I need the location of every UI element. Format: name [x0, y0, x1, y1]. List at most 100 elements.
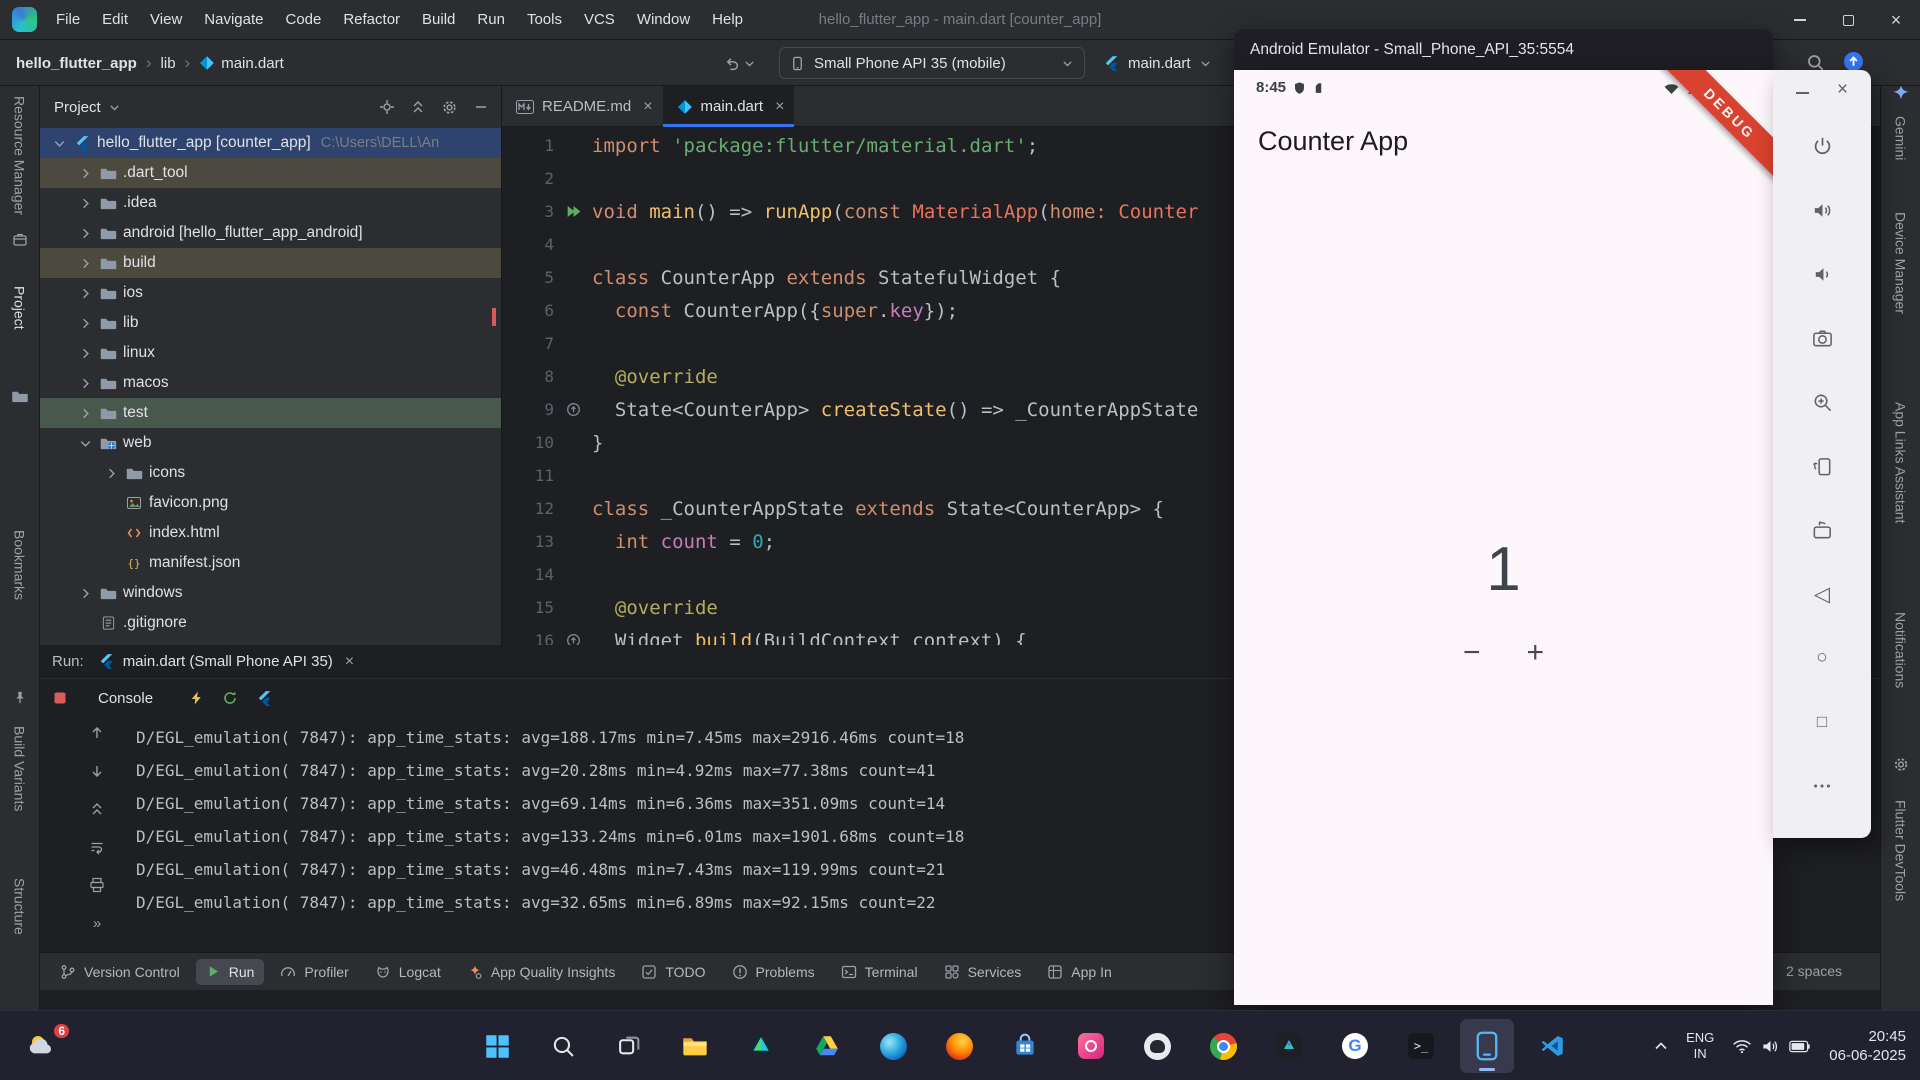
- menu-navigate[interactable]: Navigate: [193, 0, 274, 40]
- emulator-title-bar[interactable]: Android Emulator - Small_Phone_API_35:55…: [1234, 29, 1773, 70]
- taskbar-terminal[interactable]: >_: [1394, 1019, 1448, 1073]
- tree-item-ios[interactable]: ios: [40, 278, 501, 308]
- tree-item-web[interactable]: web: [40, 428, 501, 458]
- undo-button[interactable]: [724, 48, 756, 78]
- toolwindow-run[interactable]: Run: [195, 958, 265, 985]
- breadcrumb-hello-flutter-app[interactable]: hello_flutter_app: [16, 55, 137, 72]
- tray-overflow-button[interactable]: [1654, 1041, 1668, 1051]
- clock[interactable]: 20:45 06-06-2025: [1829, 1027, 1906, 1065]
- tree-item-favicon-png[interactable]: favicon.png: [40, 488, 501, 518]
- menu-refactor[interactable]: Refactor: [332, 0, 411, 40]
- collapse-all-icon[interactable]: [410, 99, 426, 115]
- tray-icons[interactable]: [1732, 1038, 1811, 1055]
- taskbar-firefox[interactable]: [932, 1019, 986, 1073]
- tree-item-lib[interactable]: lib: [40, 308, 501, 338]
- rotate-right-button[interactable]: [1802, 510, 1842, 550]
- hot-restart-icon[interactable]: [222, 690, 238, 706]
- menu-code[interactable]: Code: [274, 0, 332, 40]
- increment-button[interactable]: +: [1527, 636, 1545, 670]
- taskbar-task-view[interactable]: [602, 1019, 656, 1073]
- power-button[interactable]: [1802, 126, 1842, 166]
- camera-button[interactable]: [1802, 318, 1842, 358]
- run-config-selector[interactable]: main.dart: [1103, 47, 1212, 79]
- tree-item-manifest-json[interactable]: {} manifest.json: [40, 548, 501, 578]
- tree-item-build[interactable]: build: [40, 248, 501, 278]
- menu-file[interactable]: File: [45, 0, 91, 40]
- toolwindow-app-quality-insights[interactable]: App Quality Insights: [457, 959, 626, 985]
- close-icon[interactable]: ×: [345, 653, 354, 671]
- toolwindow-problems[interactable]: Problems: [722, 959, 825, 985]
- taskbar-android-studio[interactable]: [734, 1019, 788, 1073]
- decrement-button[interactable]: −: [1463, 636, 1481, 670]
- tree-item-dart-tool[interactable]: .dart_tool: [40, 158, 501, 188]
- tree-item-icons[interactable]: icons: [40, 458, 501, 488]
- collapse-icon[interactable]: [89, 801, 105, 817]
- tree-item-idea[interactable]: .idea: [40, 188, 501, 218]
- more-button[interactable]: [1802, 766, 1842, 806]
- tree-item-android-hello-flutter-app-android[interactable]: android [hello_flutter_app_android]: [40, 218, 501, 248]
- stripe-build-variants[interactable]: Build Variants: [12, 726, 28, 811]
- tree-item-index-html[interactable]: index.html: [40, 518, 501, 548]
- taskbar-google-drive[interactable]: [800, 1019, 854, 1073]
- stripe-app-links-assistant[interactable]: App Links Assistant: [1893, 402, 1909, 523]
- taskbar-edge[interactable]: [866, 1019, 920, 1073]
- overview-button[interactable]: □: [1802, 702, 1842, 742]
- run-tab[interactable]: main.dart (Small Phone API 35) ×: [98, 645, 354, 679]
- toolwindow-version-control[interactable]: Version Control: [50, 959, 190, 985]
- hot-reload-icon[interactable]: [189, 690, 204, 706]
- tab-console[interactable]: Console: [98, 690, 153, 707]
- more-icon[interactable]: »: [93, 915, 101, 932]
- pin-icon[interactable]: [12, 690, 27, 709]
- widgets-button[interactable]: 6: [16, 1022, 71, 1067]
- soft-wrap-icon[interactable]: [89, 839, 105, 855]
- project-folder-icon[interactable]: [11, 388, 28, 409]
- window-close-button[interactable]: ×: [1872, 0, 1920, 40]
- breadcrumb-lib[interactable]: lib: [161, 55, 176, 72]
- volume-up-button[interactable]: [1802, 190, 1842, 230]
- stripe-gemini[interactable]: Gemini: [1893, 116, 1909, 160]
- close-icon[interactable]: ×: [643, 98, 652, 116]
- taskbar-chrome[interactable]: [1196, 1019, 1250, 1073]
- chevron-down-icon[interactable]: [108, 101, 121, 114]
- run-gutter-icon[interactable]: [554, 203, 592, 220]
- menu-tools[interactable]: Tools: [516, 0, 573, 40]
- menu-vcs[interactable]: VCS: [573, 0, 626, 40]
- gear-icon[interactable]: [1892, 756, 1909, 777]
- back-button[interactable]: ◁: [1802, 574, 1842, 614]
- language-indicator[interactable]: ENG IN: [1686, 1030, 1714, 1062]
- tree-item-test[interactable]: test: [40, 398, 501, 428]
- volume-down-button[interactable]: [1802, 254, 1842, 294]
- breadcrumb-main-dart[interactable]: main.dart: [199, 55, 284, 72]
- device-selector[interactable]: Small Phone API 35 (mobile): [779, 47, 1085, 79]
- stripe-flutter-devtools[interactable]: Flutter DevTools: [1893, 800, 1909, 901]
- toolwindow-services[interactable]: Services: [934, 959, 1032, 985]
- editor-tab-main-dart[interactable]: main.dart ×: [662, 86, 795, 127]
- emulator-close-button[interactable]: ×: [1837, 80, 1848, 99]
- stripe-structure[interactable]: Structure: [12, 878, 28, 935]
- gemini-icon[interactable]: [1892, 84, 1910, 106]
- project-panel-title[interactable]: Project: [54, 99, 101, 116]
- select-opened-file-icon[interactable]: [379, 99, 395, 115]
- toolwindow-logcat[interactable]: Logcat: [365, 959, 451, 985]
- editor-tab-readme-md[interactable]: README.md ×: [502, 86, 663, 127]
- menu-help[interactable]: Help: [701, 0, 754, 40]
- taskbar-github[interactable]: [1130, 1019, 1184, 1073]
- taskbar-android-emulator[interactable]: [1460, 1019, 1514, 1073]
- override-gutter-icon[interactable]: [554, 402, 592, 417]
- flutter-icon[interactable]: [256, 690, 273, 707]
- zoom-in-button[interactable]: [1802, 382, 1842, 422]
- toolwindow-todo[interactable]: TODO: [631, 959, 715, 985]
- tree-item-hello-flutter-app-counter-app[interactable]: hello_flutter_app [counter_app] C:\Users\…: [40, 128, 501, 158]
- print-icon[interactable]: [89, 877, 105, 893]
- taskbar-vscode[interactable]: [1526, 1019, 1580, 1073]
- stripe-notifications[interactable]: Notifications: [1893, 612, 1909, 688]
- tree-item-windows[interactable]: windows: [40, 578, 501, 608]
- taskbar-start[interactable]: [470, 1019, 524, 1073]
- hide-panel-icon[interactable]: [473, 99, 489, 115]
- toolwindow-app-in[interactable]: App In: [1037, 959, 1121, 985]
- stripe-resource-manager[interactable]: Resource Manager: [12, 96, 28, 215]
- toolwindow-profiler[interactable]: Profiler: [270, 959, 358, 985]
- menu-view[interactable]: View: [139, 0, 193, 40]
- close-icon[interactable]: ×: [775, 98, 784, 116]
- tree-item-macos[interactable]: macos: [40, 368, 501, 398]
